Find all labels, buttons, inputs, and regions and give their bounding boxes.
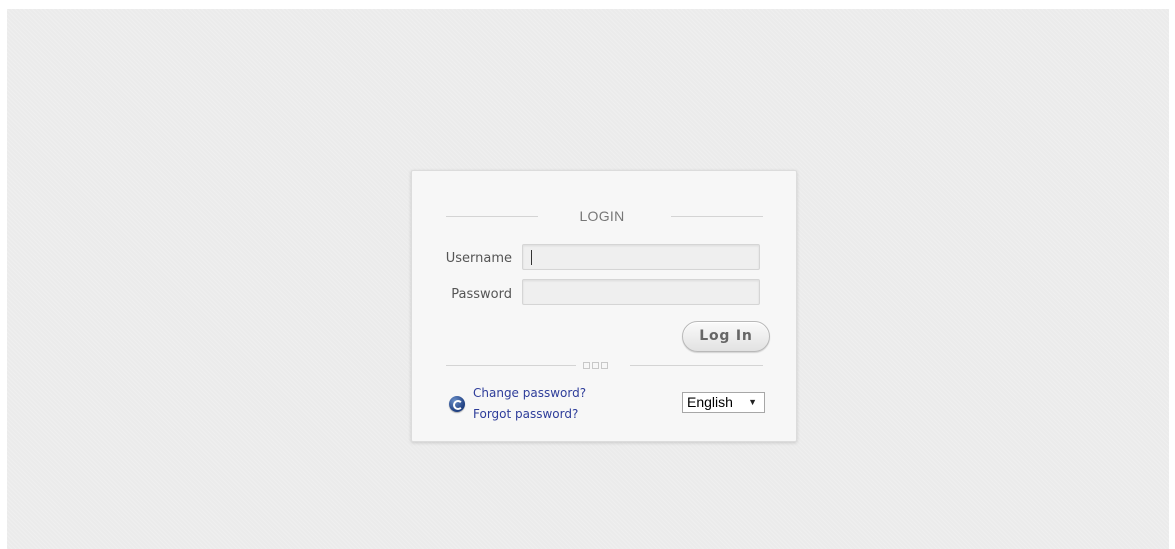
divider-ornament	[583, 362, 608, 369]
forgot-password-link[interactable]: Forgot password?	[473, 407, 578, 421]
divider-square	[601, 362, 608, 369]
language-selected-value: English	[687, 394, 733, 410]
title-divider-left	[446, 216, 538, 217]
password-label: Password	[451, 287, 512, 302]
page-background: LOGIN Username Password Log In Change pa…	[7, 9, 1169, 549]
divider-square	[583, 362, 590, 369]
language-select[interactable]: English ▼	[682, 392, 765, 413]
footer-divider-left	[446, 365, 576, 366]
help-circle-icon	[449, 396, 465, 412]
login-button[interactable]: Log In	[682, 321, 770, 352]
username-label: Username	[445, 251, 512, 266]
footer-divider-right	[630, 365, 763, 366]
divider-square	[592, 362, 599, 369]
username-field[interactable]	[522, 244, 760, 270]
login-title: LOGIN	[579, 208, 625, 224]
text-caret	[531, 250, 532, 265]
password-field[interactable]	[522, 279, 760, 305]
triangle-down-icon: ▼	[748, 397, 757, 407]
login-panel: LOGIN Username Password Log In Change pa…	[411, 170, 797, 442]
change-password-link[interactable]: Change password?	[473, 386, 586, 400]
title-divider-right	[671, 216, 763, 217]
